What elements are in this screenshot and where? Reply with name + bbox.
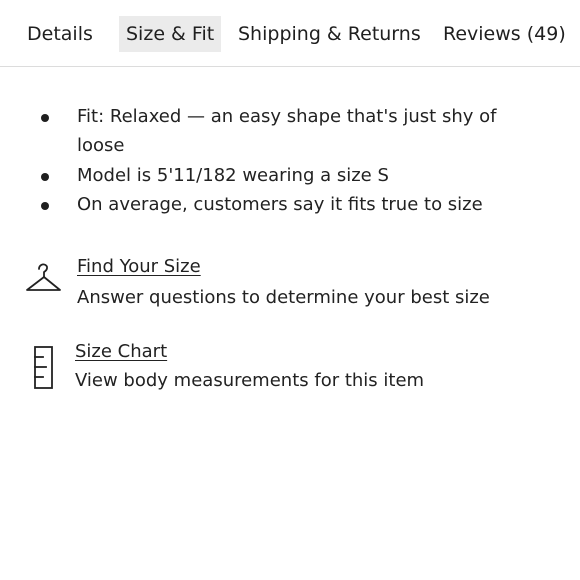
ruler-icon — [33, 345, 55, 395]
tab-bar: Details Size & Fit Shipping & Returns Re… — [0, 0, 580, 67]
find-your-size-link[interactable]: Find Your Size — [77, 255, 201, 279]
tab-shipping-and-returns[interactable]: Shipping & Returns — [238, 16, 421, 52]
bullet-dot — [41, 202, 49, 210]
bullet-text: Fit: Relaxed — an easy shape that's just… — [77, 106, 497, 156]
bullet-text: Model is 5'11/182 wearing a size S — [77, 165, 389, 186]
bullet-dot — [41, 114, 49, 122]
bullet-dot — [41, 173, 49, 181]
find-your-size-description: Answer questions to determine your best … — [77, 287, 490, 308]
bullet-text: On average, customers say it fits true t… — [77, 194, 483, 215]
tab-reviews[interactable]: Reviews (49) — [443, 16, 566, 52]
tab-details[interactable]: Details — [27, 16, 93, 52]
hanger-icon — [25, 262, 63, 300]
size-chart-link[interactable]: Size Chart — [75, 340, 167, 364]
tab-size-and-fit[interactable]: Size & Fit — [119, 16, 222, 52]
size-chart-description: View body measurements for this item — [75, 370, 425, 391]
